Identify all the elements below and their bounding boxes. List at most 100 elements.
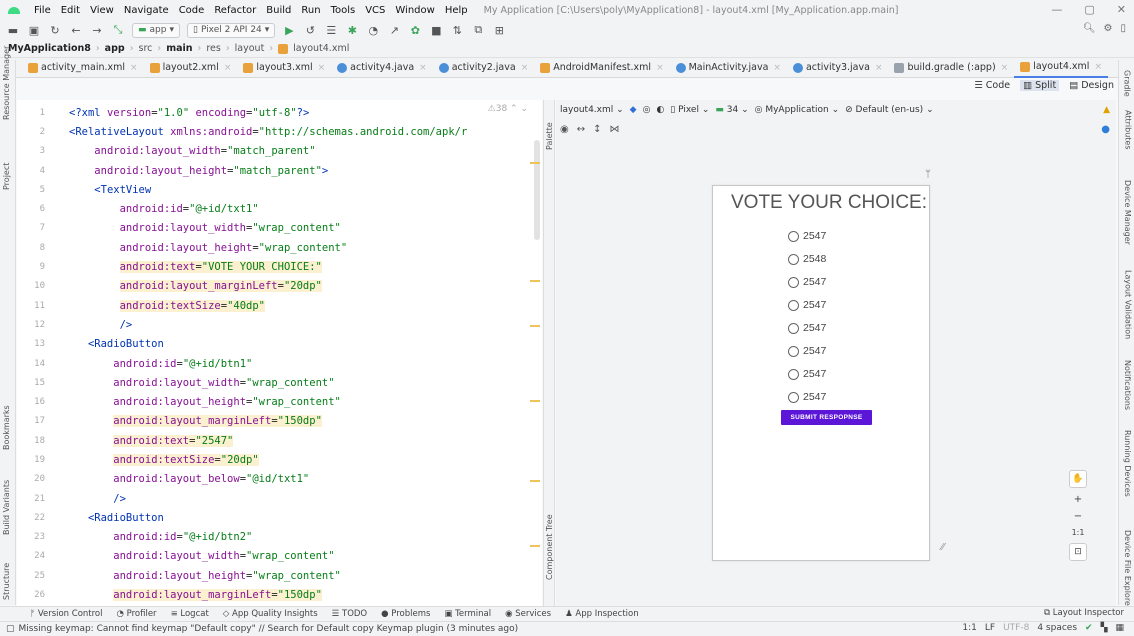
file-encoding[interactable]: UTF-8	[1003, 623, 1029, 633]
error-stripe-marker[interactable]	[530, 162, 540, 164]
inspections-icon[interactable]: ✔	[1085, 623, 1093, 633]
code-line[interactable]: 20 android:layout_below="@id/txt1"	[17, 470, 542, 489]
code-line[interactable]: 26 android:layout_marginLeft="150dp"	[17, 585, 542, 604]
code-line[interactable]: 16 android:layout_height="wrap_content"	[17, 392, 542, 411]
locale-selector[interactable]: ⊘ Default (en-us) ⌄	[845, 105, 933, 115]
breadcrumb-file[interactable]: layout4.xml	[293, 43, 349, 54]
vertical-icon[interactable]: ↕	[593, 124, 601, 135]
palette-tab[interactable]: Palette	[545, 122, 554, 150]
version-control-tab[interactable]: ᚠ Version Control	[30, 609, 103, 619]
code-line[interactable]: 13 <RadioButton	[17, 335, 542, 354]
radio-button[interactable]: 2547	[788, 230, 826, 242]
error-stripe-marker[interactable]	[530, 545, 540, 547]
radio-button[interactable]: 2547	[788, 299, 826, 311]
bookmarks-tab[interactable]: Bookmarks	[2, 405, 11, 450]
zoom-in-icon[interactable]: +	[1074, 494, 1082, 505]
radio-button[interactable]: 2547	[788, 322, 826, 334]
device-manager-icon[interactable]: ✿	[408, 24, 422, 37]
open-icon[interactable]: ▬	[6, 24, 20, 37]
structure-tab[interactable]: Structure	[2, 563, 11, 600]
breadcrumb-layout[interactable]: layout	[235, 43, 265, 54]
pan-icon[interactable]: ↔	[577, 124, 585, 135]
radio-button[interactable]: 2548	[788, 253, 826, 265]
device-preview-frame[interactable]: VOTE YOUR CHOICE: 2547 2548 2547 2547 2547 25…	[712, 185, 930, 561]
close-tab-icon[interactable]: ×	[521, 63, 529, 73]
radio-button[interactable]: 2547	[788, 276, 826, 288]
api-selector[interactable]: ▬ 34 ⌄	[715, 105, 748, 115]
test-icon[interactable]: ☰	[324, 24, 338, 37]
code-line[interactable]: 19 android:textSize="20dp"	[17, 450, 542, 469]
theme-selector[interactable]: ◎ MyApplication ⌄	[755, 105, 840, 115]
device-manager-tab[interactable]: Device Manager	[1123, 180, 1132, 245]
notifications-tab[interactable]: Notifications	[1123, 360, 1132, 410]
menu-run[interactable]: Run	[301, 5, 320, 16]
zoom-out-icon[interactable]: −	[1074, 511, 1082, 522]
breadcrumb-main[interactable]: main	[166, 43, 192, 54]
project-tab[interactable]: Project	[2, 163, 11, 190]
split-view-button[interactable]: ▥ Split	[1020, 80, 1060, 91]
close-tab-icon[interactable]: ×	[875, 63, 883, 73]
save-icon[interactable]: ▣	[27, 24, 41, 37]
editor-scrollbar[interactable]	[534, 140, 540, 240]
magnet-icon[interactable]: ⋈	[610, 124, 620, 135]
pan-hand-icon[interactable]: ✋	[1069, 470, 1087, 488]
profiler-tab[interactable]: ◔ Profiler	[117, 609, 157, 619]
code-line[interactable]: 5 <TextView	[17, 180, 542, 199]
attach-debugger-icon[interactable]: ↗	[387, 24, 401, 37]
breadcrumb-res[interactable]: res	[206, 43, 221, 54]
resize-handle-icon[interactable]: ⁄⁄	[941, 542, 944, 553]
menu-edit[interactable]: Edit	[61, 5, 80, 16]
layout-inspector-tab[interactable]: ⧉ Layout Inspector	[1044, 608, 1124, 618]
error-stripe-marker[interactable]	[530, 325, 540, 327]
close-tab-icon[interactable]: ×	[130, 63, 138, 73]
caret-position[interactable]: 1:1	[962, 623, 976, 633]
todo-tab[interactable]: ☰ TODO	[332, 609, 367, 619]
code-view-button[interactable]: ☰ Code	[974, 80, 1010, 91]
warning-icon[interactable]: ▲	[1103, 105, 1110, 115]
code-line[interactable]: 14 android:id="@+id/btn1"	[17, 354, 542, 373]
resource-manager-tab[interactable]: Resource Manager	[2, 46, 11, 120]
module-selector[interactable]: ▬ app ▾	[132, 22, 180, 38]
restore-icon[interactable]: ▢	[1084, 3, 1094, 16]
make-project-icon[interactable]: ⤡	[111, 23, 125, 37]
radio-button[interactable]: 2547	[788, 345, 826, 357]
menu-window[interactable]: Window	[395, 5, 434, 16]
close-icon[interactable]: ✕	[1117, 3, 1126, 16]
apply-changes-icon[interactable]: ↺	[303, 24, 317, 37]
code-line[interactable]: 17 android:layout_marginLeft="150dp"	[17, 412, 542, 431]
sync-gradle-icon[interactable]: ⇅	[450, 24, 464, 37]
close-tab-icon[interactable]: ×	[656, 63, 664, 73]
code-line[interactable]: 18 android:text="2547"	[17, 431, 542, 450]
menu-refactor[interactable]: Refactor	[214, 5, 256, 16]
layout-file-selector[interactable]: layout4.xml ⌄	[560, 105, 624, 115]
code-line[interactable]: 12 />	[17, 315, 542, 334]
code-line[interactable]: 9 android:text="VOTE YOUR CHOICE:"	[17, 257, 542, 276]
line-separator[interactable]: LF	[985, 623, 995, 633]
code-line[interactable]: 24 android:layout_width="wrap_content"	[17, 547, 542, 566]
editor-tab[interactable]: build.gradle (:app) ×	[888, 58, 1014, 78]
code-line[interactable]: 23 android:id="@+id/btn2"	[17, 528, 542, 547]
device-file-explorer-tab[interactable]: Device File Explorer	[1123, 530, 1132, 609]
design-view-button[interactable]: ▤ Design	[1069, 80, 1114, 91]
device-selector-preview[interactable]: ▯ Pixel ⌄	[670, 105, 709, 115]
close-tab-icon[interactable]: ×	[419, 63, 427, 73]
back-icon[interactable]: ←	[69, 24, 83, 37]
code-line[interactable]: 3 android:layout_width="match_parent"	[17, 142, 542, 161]
gradle-tab[interactable]: Gradle	[1123, 70, 1132, 97]
editor-tab[interactable]: layout2.xml ×	[144, 58, 238, 78]
code-line[interactable]: 15 android:layout_width="wrap_content"	[17, 373, 542, 392]
code-line[interactable]: 7 android:layout_width="wrap_content"	[17, 219, 542, 238]
avd-manager-icon[interactable]: ⊞	[492, 24, 506, 37]
code-line[interactable]: 11 android:textSize="40dp"	[17, 296, 542, 315]
menu-navigate[interactable]: Navigate	[124, 5, 169, 16]
design-blueprint-icon[interactable]: ◆	[630, 105, 637, 115]
minimize-icon[interactable]: —	[1051, 3, 1062, 16]
editor-tab[interactable]: layout4.xml ×	[1014, 58, 1108, 78]
editor-tab[interactable]: layout3.xml ×	[237, 58, 331, 78]
breadcrumb-project[interactable]: MyApplication8	[8, 43, 91, 54]
close-tab-icon[interactable]: ×	[318, 63, 326, 73]
indent-setting[interactable]: 4 spaces	[1037, 623, 1077, 633]
build-variants-tab[interactable]: Build Variants	[2, 480, 11, 535]
profile-icon[interactable]: ◔	[366, 24, 380, 37]
error-stripe-marker[interactable]	[530, 280, 540, 282]
